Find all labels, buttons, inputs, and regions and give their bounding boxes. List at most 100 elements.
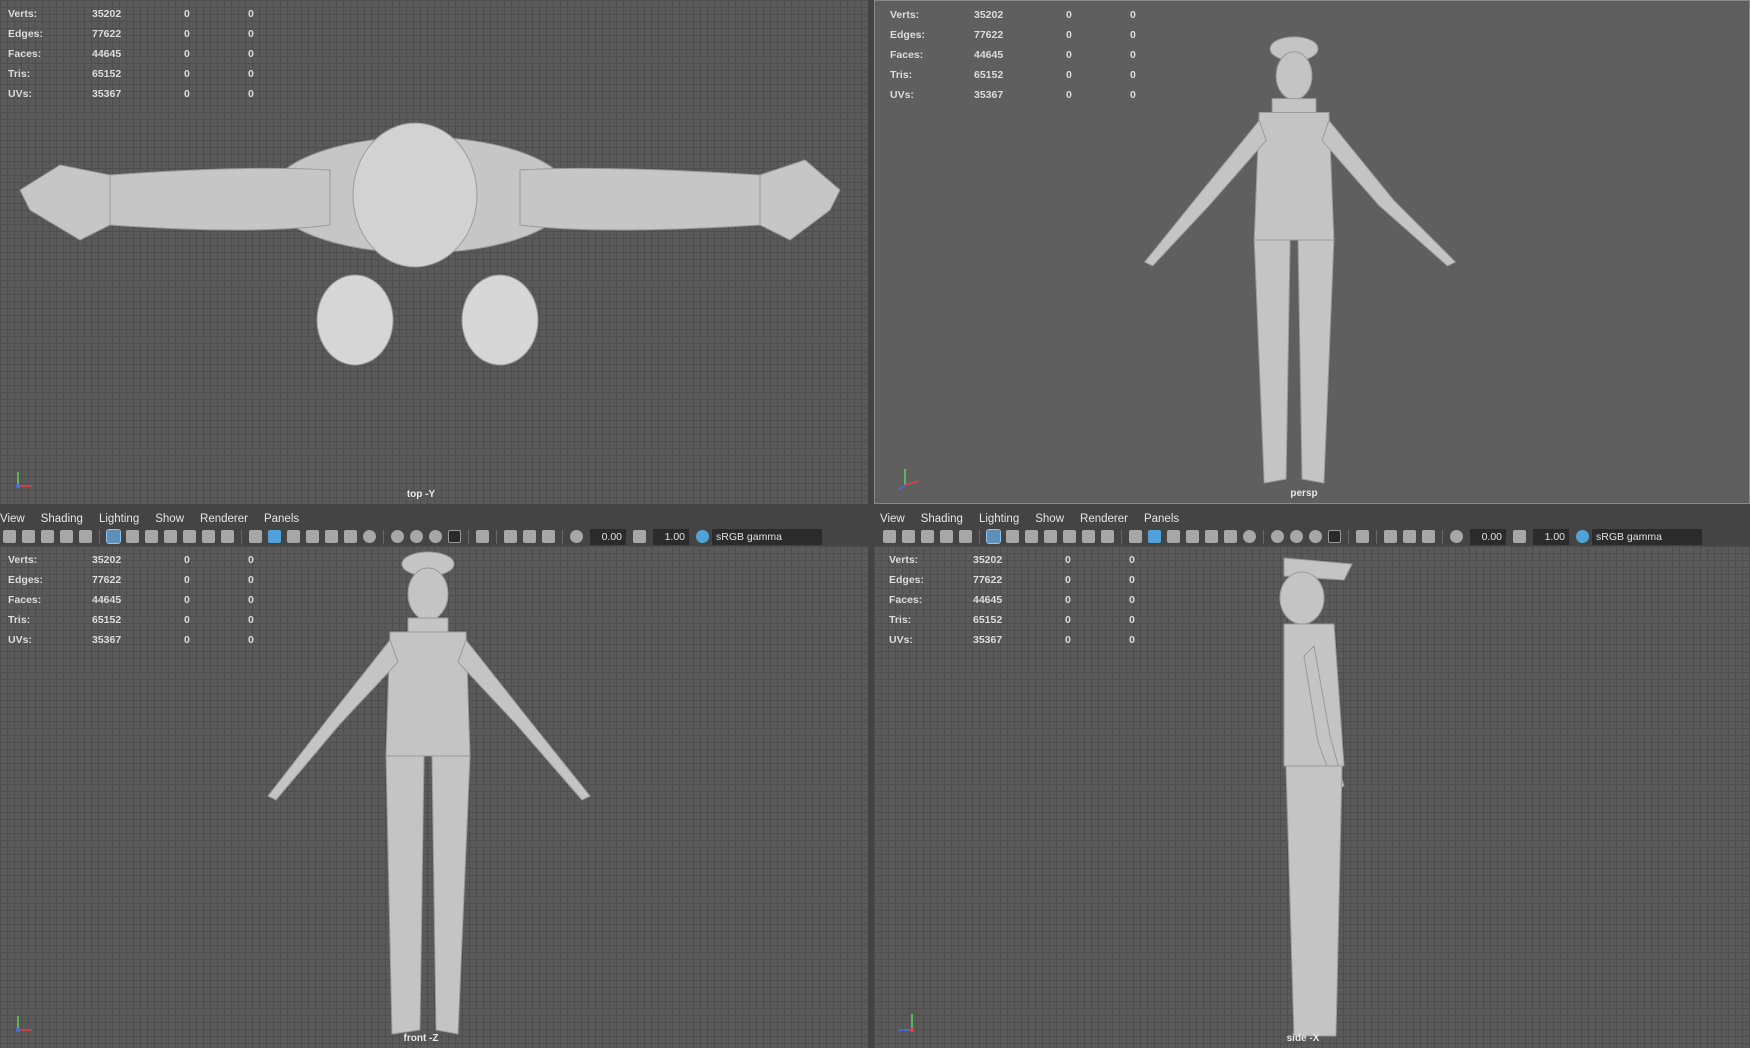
anti-aliasing-icon[interactable] xyxy=(429,530,442,543)
menu-panels[interactable]: Panels xyxy=(264,513,299,525)
uvs-selected: 0 xyxy=(1065,634,1071,646)
color-management-icon[interactable] xyxy=(1576,530,1589,543)
safe-title-icon[interactable] xyxy=(221,530,234,543)
image-plane-icon[interactable] xyxy=(940,530,953,543)
edges-selected: 0 xyxy=(1066,29,1072,41)
smooth-shade-icon[interactable] xyxy=(268,530,281,543)
menu-show[interactable]: Show xyxy=(1035,513,1064,525)
uvs-label: UVs: xyxy=(889,634,913,646)
tris-extra: 0 xyxy=(1130,69,1136,81)
gamma-icon[interactable] xyxy=(1513,530,1526,543)
textured-icon[interactable] xyxy=(325,530,338,543)
pencil-icon[interactable] xyxy=(79,530,92,543)
tris-label: Tris: xyxy=(8,614,31,626)
verts-value: 35202 xyxy=(92,8,122,20)
wireframe-icon[interactable] xyxy=(249,530,262,543)
edges-selected: 0 xyxy=(184,28,190,40)
wireframe-on-shaded-icon[interactable] xyxy=(306,530,319,543)
viewport-persp[interactable]: Verts: 35202 0 0 Edges: 77622 0 0 Faces: 44645 0… xyxy=(874,0,1750,504)
menu-shading[interactable]: Shading xyxy=(41,513,83,525)
verts-extra: 0 xyxy=(248,8,254,20)
smooth-shade-icon[interactable] xyxy=(1148,530,1161,543)
wireframe-on-shaded-icon[interactable] xyxy=(1186,530,1199,543)
exposure-icon[interactable] xyxy=(1450,530,1463,543)
edges-label: Edges: xyxy=(8,28,44,40)
depth-of-field-icon[interactable] xyxy=(448,530,461,543)
view-transform-select[interactable]: sRGB gamma xyxy=(712,528,822,545)
shadows-icon[interactable] xyxy=(363,530,376,543)
lights-icon[interactable] xyxy=(1224,530,1237,543)
gate-mask-icon[interactable] xyxy=(1044,530,1057,543)
menu-shading[interactable]: Shading xyxy=(921,513,963,525)
view-transform-select[interactable]: sRGB gamma xyxy=(1592,528,1702,545)
film-gate-icon[interactable] xyxy=(126,530,139,543)
textured-icon[interactable] xyxy=(1205,530,1218,543)
shadows-icon[interactable] xyxy=(1243,530,1256,543)
menu-lighting[interactable]: Lighting xyxy=(979,513,1019,525)
lights-icon[interactable] xyxy=(344,530,357,543)
gamma-field[interactable]: 1.00 xyxy=(1533,528,1569,545)
ambient-occlusion-icon[interactable] xyxy=(391,530,404,543)
edges-value: 77622 xyxy=(974,29,1004,41)
xray-joints-icon[interactable] xyxy=(1403,530,1416,543)
poly-count-hud: Verts: 35202 0 0 Edges: 77622 0 0 Faces: 44645 0… xyxy=(8,550,278,650)
xray-active-icon[interactable] xyxy=(1422,530,1435,543)
safe-action-icon[interactable] xyxy=(202,530,215,543)
toolbar-separator xyxy=(1442,529,1443,544)
camera-attributes-icon[interactable] xyxy=(902,530,915,543)
isolate-select-icon[interactable] xyxy=(1356,530,1369,543)
exposure-field[interactable]: 0.00 xyxy=(590,528,626,545)
film-gate-icon[interactable] xyxy=(1006,530,1019,543)
resolution-gate-icon[interactable] xyxy=(1025,530,1038,543)
motion-blur-icon[interactable] xyxy=(1290,530,1303,543)
field-chart-icon[interactable] xyxy=(183,530,196,543)
exposure-field[interactable]: 0.00 xyxy=(1470,528,1506,545)
viewport-front[interactable]: Verts: 35202 0 0 Edges: 77622 0 0 Faces: 44645 0… xyxy=(0,546,868,1048)
exposure-icon[interactable] xyxy=(570,530,583,543)
menu-show[interactable]: Show xyxy=(155,513,184,525)
gamma-icon[interactable] xyxy=(633,530,646,543)
menu-renderer[interactable]: Renderer xyxy=(1080,513,1128,525)
safe-action-icon[interactable] xyxy=(1082,530,1095,543)
safe-title-icon[interactable] xyxy=(1101,530,1114,543)
grid-icon[interactable] xyxy=(986,529,1001,544)
default-material-icon[interactable] xyxy=(287,530,300,543)
xray-icon[interactable] xyxy=(504,530,517,543)
color-management-icon[interactable] xyxy=(696,530,709,543)
bookmark-icon[interactable] xyxy=(41,530,54,543)
xray-icon[interactable] xyxy=(1384,530,1397,543)
grid-icon[interactable] xyxy=(106,529,121,544)
viewport-side[interactable]: Verts: 35202 0 0 Edges: 77622 0 0 Faces: 44645 0… xyxy=(874,546,1750,1048)
ambient-occlusion-icon[interactable] xyxy=(1271,530,1284,543)
verts-value: 35202 xyxy=(973,554,1003,566)
anti-aliasing-icon[interactable] xyxy=(1309,530,1322,543)
gamma-field[interactable]: 1.00 xyxy=(653,528,689,545)
menu-view[interactable]: View xyxy=(880,513,905,525)
tris-label: Tris: xyxy=(890,69,913,81)
faces-selected: 0 xyxy=(1066,49,1072,61)
camera-icon[interactable] xyxy=(883,530,896,543)
menu-panels[interactable]: Panels xyxy=(1144,513,1179,525)
xray-active-icon[interactable] xyxy=(542,530,555,543)
menu-renderer[interactable]: Renderer xyxy=(200,513,248,525)
resolution-gate-icon[interactable] xyxy=(145,530,158,543)
wireframe-icon[interactable] xyxy=(1129,530,1142,543)
verts-extra: 0 xyxy=(248,554,254,566)
xray-joints-icon[interactable] xyxy=(523,530,536,543)
bookmark-icon[interactable] xyxy=(921,530,934,543)
viewport-top[interactable]: Verts: 35202 0 0 Edges: 77622 0 0 Faces: 44645 0… xyxy=(0,0,868,504)
pencil-icon[interactable] xyxy=(959,530,972,543)
motion-blur-icon[interactable] xyxy=(410,530,423,543)
default-material-icon[interactable] xyxy=(1167,530,1180,543)
depth-of-field-icon[interactable] xyxy=(1328,530,1341,543)
camera-icon[interactable] xyxy=(3,530,16,543)
toolbar-separator xyxy=(241,529,242,544)
menu-view[interactable]: View xyxy=(0,513,25,525)
camera-attributes-icon[interactable] xyxy=(22,530,35,543)
field-chart-icon[interactable] xyxy=(1063,530,1076,543)
verts-label: Verts: xyxy=(890,9,920,21)
gate-mask-icon[interactable] xyxy=(164,530,177,543)
menu-lighting[interactable]: Lighting xyxy=(99,513,139,525)
image-plane-icon[interactable] xyxy=(60,530,73,543)
isolate-select-icon[interactable] xyxy=(476,530,489,543)
